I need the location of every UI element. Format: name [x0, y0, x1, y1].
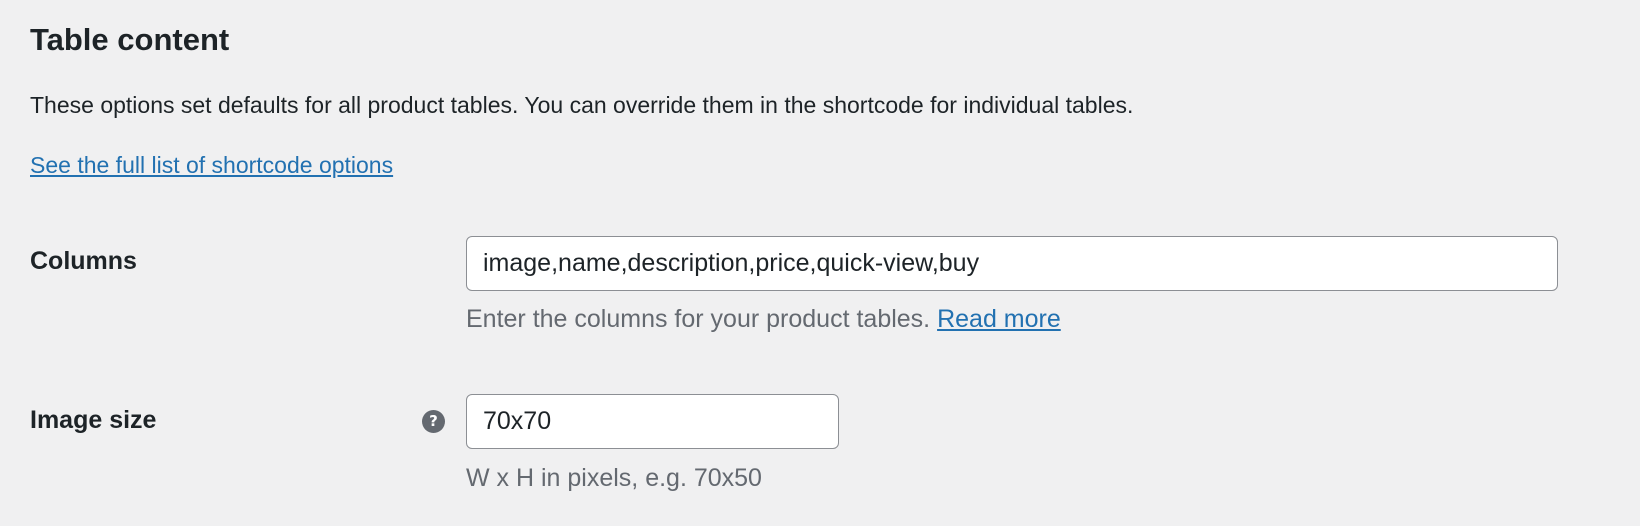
columns-input[interactable] — [466, 236, 1558, 291]
section-description: These options set defaults for all produ… — [30, 92, 1134, 118]
image-size-description: W x H in pixels, e.g. 70x50 — [466, 464, 762, 492]
section-title: Table content — [30, 22, 230, 57]
columns-label: Columns — [30, 247, 137, 275]
image-size-label: Image size — [30, 406, 157, 434]
shortcode-options-link[interactable]: See the full list of shortcode options — [30, 148, 393, 182]
columns-description: Enter the columns for your product table… — [466, 301, 1061, 337]
image-size-input[interactable] — [466, 394, 839, 449]
question-circle-icon[interactable]: ? — [422, 410, 445, 433]
read-more-link[interactable]: Read more — [937, 305, 1061, 333]
columns-description-text: Enter the columns for your product table… — [466, 305, 931, 333]
